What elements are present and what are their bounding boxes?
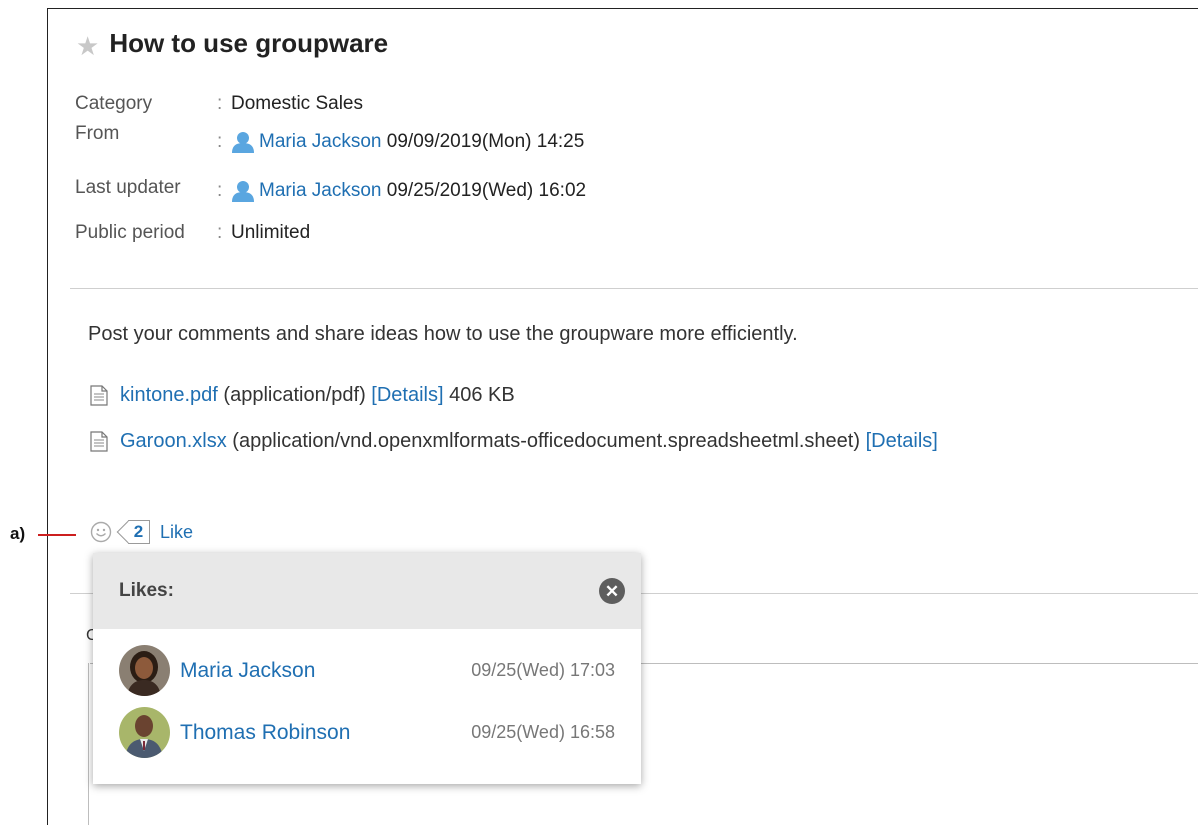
meta-colon: : bbox=[217, 131, 223, 152]
meta-label: From bbox=[75, 123, 120, 144]
like-count: 2 bbox=[133, 522, 144, 541]
liker-name-link[interactable]: Maria Jackson bbox=[180, 659, 471, 683]
meta-colon: : bbox=[217, 222, 223, 243]
attachment-link[interactable]: Garoon.xlsx bbox=[120, 430, 227, 453]
likes-popup-title: Likes: bbox=[119, 580, 174, 601]
close-icon[interactable]: ✕ bbox=[599, 578, 625, 604]
user-icon bbox=[231, 180, 257, 202]
annotation-line bbox=[38, 534, 76, 536]
from-date: 09/09/2019(Mon) 14:25 bbox=[386, 131, 585, 152]
meta-value: Unlimited bbox=[231, 222, 311, 243]
likes-popup-header: Likes: ✕ bbox=[93, 553, 641, 629]
attachment-type: (application/vnd.openxmlformats-officedo… bbox=[232, 430, 861, 452]
post-body: Post your comments and share ideas how t… bbox=[88, 323, 798, 345]
details-link[interactable]: [Details] bbox=[371, 384, 443, 407]
file-icon bbox=[90, 431, 108, 452]
like-bar: 2 Like bbox=[90, 520, 193, 544]
comment-box-border bbox=[88, 663, 89, 825]
star-icon[interactable]: ★ bbox=[76, 33, 99, 59]
window-frame-top bbox=[47, 8, 1198, 9]
likes-popup: Likes: ✕ Maria Jackson 09/25(Wed) 17:03 … bbox=[93, 553, 641, 784]
meta-colon: : bbox=[217, 93, 223, 114]
post-header: ★ How to use groupware bbox=[76, 28, 388, 59]
updated-date: 09/25/2019(Wed) 16:02 bbox=[386, 180, 587, 201]
liker-name-link[interactable]: Thomas Robinson bbox=[180, 721, 471, 745]
meta-label: Public period bbox=[75, 222, 185, 243]
attachment-size: 406 KB bbox=[449, 384, 515, 406]
like-count-badge[interactable]: 2 bbox=[128, 520, 150, 544]
file-icon bbox=[90, 385, 108, 406]
avatar bbox=[119, 707, 170, 758]
avatar bbox=[119, 645, 170, 696]
from-user-link[interactable]: Maria Jackson bbox=[259, 131, 382, 153]
details-link[interactable]: [Details] bbox=[866, 430, 938, 453]
liker-time: 09/25(Wed) 17:03 bbox=[471, 660, 615, 680]
like-button[interactable]: Like bbox=[160, 522, 193, 543]
smile-icon bbox=[90, 521, 112, 543]
liker-row: Maria Jackson 09/25(Wed) 17:03 bbox=[119, 645, 615, 696]
annotation-label: a) bbox=[10, 524, 26, 543]
attachment-row: kintone.pdf (application/pdf) [Details] … bbox=[90, 384, 515, 407]
section-divider bbox=[70, 288, 1198, 289]
attachment-type: (application/pdf) bbox=[223, 384, 366, 406]
user-icon bbox=[231, 131, 257, 153]
meta-value: Maria Jackson 09/09/2019(Mon) 14:25 bbox=[231, 131, 584, 153]
meta-colon: : bbox=[217, 180, 223, 201]
updater-user-link[interactable]: Maria Jackson bbox=[259, 180, 382, 202]
meta-label: Category bbox=[75, 93, 153, 114]
attachment-row: Garoon.xlsx (application/vnd.openxmlform… bbox=[90, 430, 938, 453]
liker-row: Thomas Robinson 09/25(Wed) 16:58 bbox=[119, 707, 615, 758]
window-frame-left bbox=[47, 8, 48, 825]
meta-value: Maria Jackson 09/25/2019(Wed) 16:02 bbox=[231, 180, 586, 202]
meta-label: Last updater bbox=[75, 177, 181, 198]
page-title: How to use groupware bbox=[109, 28, 389, 58]
attachment-link[interactable]: kintone.pdf bbox=[120, 384, 218, 407]
meta-value: Domestic Sales bbox=[231, 93, 363, 114]
liker-time: 09/25(Wed) 16:58 bbox=[471, 722, 615, 742]
